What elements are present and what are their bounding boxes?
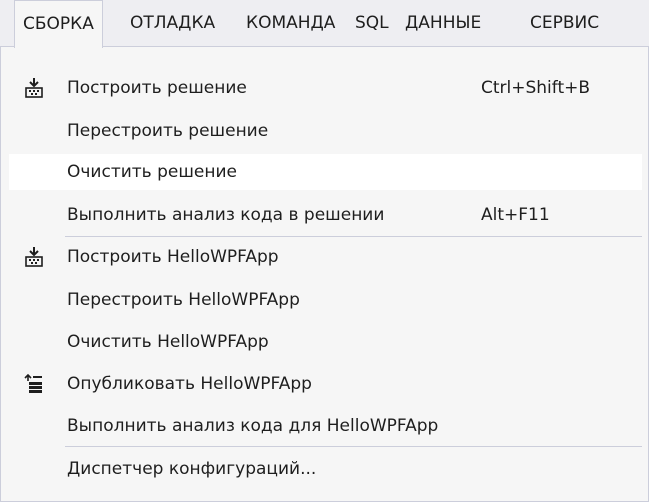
menu-item-clean-project[interactable]: Очистить HelloWPFApp bbox=[9, 324, 642, 360]
menu-item-configuration-manager[interactable]: Диспетчер конфигураций... bbox=[9, 451, 642, 487]
build-menu-dropdown: Построить решение Ctrl+Shift+B Перестрои… bbox=[0, 46, 649, 502]
menu-item-label: Очистить HelloWPFApp bbox=[67, 332, 269, 352]
build-icon bbox=[25, 78, 43, 98]
menu-item-analyze-project[interactable]: Выполнить анализ кода для HelloWPFApp bbox=[9, 408, 642, 444]
menu-bar: СБОРКА ОТЛАДКА КОМАНДА SQL ДАННЫЕ СЕРВИС bbox=[0, 0, 649, 48]
menu-item-label: Очистить решение bbox=[67, 162, 237, 182]
publish-icon bbox=[24, 373, 42, 393]
menu-item-shortcut: Alt+F11 bbox=[481, 205, 550, 225]
menu-item-label: Диспетчер конфигураций... bbox=[67, 459, 317, 479]
window: СБОРКА ОТЛАДКА КОМАНДА SQL ДАННЫЕ СЕРВИС… bbox=[0, 0, 649, 502]
menu-item-label: Выполнить анализ кода в решении bbox=[67, 205, 385, 225]
menu-item-label: Построить решение bbox=[67, 78, 247, 98]
menu-item-label: Выполнить анализ кода для HelloWPFApp bbox=[67, 416, 439, 436]
menu-debug[interactable]: ОТЛАДКА bbox=[122, 0, 223, 47]
menu-separator bbox=[65, 236, 642, 237]
menu-item-label: Перестроить решение bbox=[67, 121, 269, 141]
menu-item-label: Перестроить HelloWPFApp bbox=[67, 290, 300, 310]
menu-sql[interactable]: SQL bbox=[347, 0, 397, 47]
menu-item-analyze-solution[interactable]: Выполнить анализ кода в решении Alt+F11 bbox=[9, 197, 642, 233]
menu-item-label: Опубликовать HelloWPFApp bbox=[67, 374, 312, 394]
menu-item-clean-solution[interactable]: Очистить решение bbox=[9, 154, 642, 190]
menu-separator bbox=[65, 446, 642, 447]
menu-item-build-solution[interactable]: Построить решение Ctrl+Shift+B bbox=[9, 70, 642, 106]
menu-item-rebuild-solution[interactable]: Перестроить решение bbox=[9, 113, 642, 149]
build-icon bbox=[25, 247, 43, 267]
menu-team[interactable]: КОМАНДА bbox=[238, 0, 343, 47]
menu-tools[interactable]: СЕРВИС bbox=[522, 0, 607, 47]
menu-data[interactable]: ДАННЫЕ bbox=[397, 0, 489, 47]
menu-item-rebuild-project[interactable]: Перестроить HelloWPFApp bbox=[9, 282, 642, 318]
menu-build[interactable]: СБОРКА bbox=[14, 0, 103, 48]
menu-item-publish-project[interactable]: Опубликовать HelloWPFApp bbox=[9, 366, 642, 402]
menu-item-build-project[interactable]: Построить HelloWPFApp bbox=[9, 239, 642, 275]
menu-item-label: Построить HelloWPFApp bbox=[67, 247, 279, 267]
menu-item-shortcut: Ctrl+Shift+B bbox=[481, 78, 591, 98]
